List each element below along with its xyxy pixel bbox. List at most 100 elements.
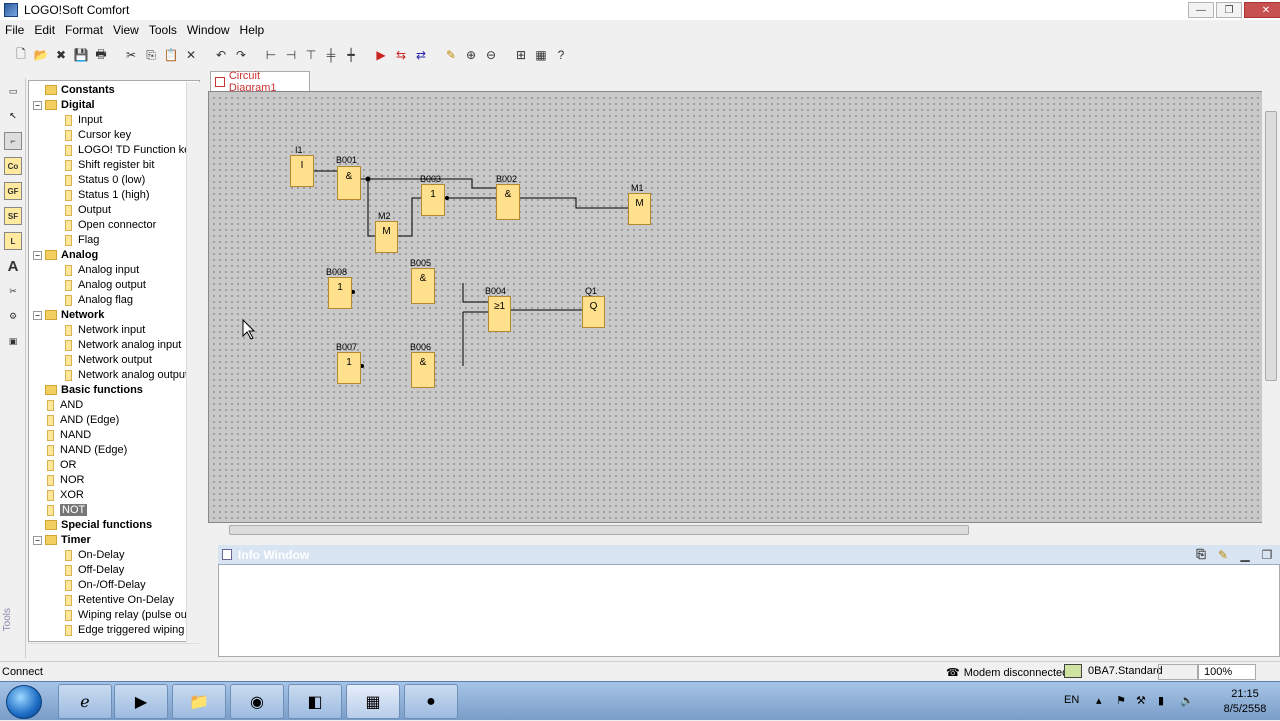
close-file-icon[interactable]: ✖ <box>52 46 70 64</box>
wizard-icon[interactable]: ✎ <box>442 46 460 64</box>
menu-view[interactable]: View <box>108 23 144 37</box>
menu-window[interactable]: Window <box>182 23 235 37</box>
canvas-horizontal-scrollbar[interactable] <box>211 523 1261 537</box>
collapse-icon[interactable]: − <box>33 310 42 320</box>
scroll-thumb[interactable] <box>1265 111 1277 381</box>
tree-item[interactable]: Analog flag <box>65 293 133 308</box>
cut-connection-icon[interactable]: ✂ <box>4 282 22 300</box>
link-tool-icon[interactable]: L <box>4 232 22 250</box>
clock[interactable]: 21:15 8/5/2558 <box>1218 687 1272 717</box>
grid-icon[interactable]: ▦ <box>532 46 550 64</box>
tree-item[interactable]: NAND <box>47 428 91 443</box>
minimize-button[interactable]: — <box>1188 2 1214 18</box>
input-block[interactable]: I <box>290 155 314 187</box>
language-indicator[interactable]: EN <box>1064 694 1079 706</box>
text-tool-icon[interactable]: A <box>4 257 22 275</box>
tree-horizontal-scrollbar[interactable] <box>28 643 200 657</box>
collapse-icon[interactable]: − <box>33 100 42 110</box>
tree-item[interactable]: Edge triggered wiping re <box>65 623 197 638</box>
start-button[interactable] <box>6 685 42 719</box>
tree-analog[interactable]: − Analog <box>33 248 98 263</box>
menu-help[interactable]: Help <box>235 23 270 37</box>
tree-item[interactable]: Analog output <box>65 278 146 293</box>
tree-vertical-scrollbar[interactable] <box>186 82 200 642</box>
tree-item[interactable]: Cursor key <box>65 128 131 143</box>
pointer-icon[interactable]: ↖ <box>4 107 22 125</box>
transfer-pc-icon[interactable]: ⇆ <box>392 46 410 64</box>
tree-item[interactable]: AND <box>47 398 83 413</box>
tree-basic-functions[interactable]: Basic functions <box>45 383 143 398</box>
align-right-icon[interactable]: ⊣ <box>282 46 300 64</box>
simulation-icon[interactable]: ▶ <box>372 46 390 64</box>
tree-item[interactable]: NOR <box>47 473 84 488</box>
fit-icon[interactable]: ⊞ <box>512 46 530 64</box>
special-functions-tool-icon[interactable]: SF <box>4 207 22 225</box>
tree-item[interactable]: Wiping relay (pulse outp <box>65 608 196 623</box>
tree-special-functions[interactable]: Special functions <box>45 518 152 533</box>
flag-block[interactable]: M <box>628 193 651 225</box>
tree-item[interactable]: AND (Edge) <box>47 413 119 428</box>
tree-item[interactable]: NOT <box>47 503 88 518</box>
align-left-icon[interactable]: ⊢ <box>262 46 280 64</box>
help-icon[interactable]: ? <box>552 46 570 64</box>
tree-item[interactable]: Status 1 (high) <box>65 188 150 203</box>
tree-item[interactable]: Off-Delay <box>65 563 124 578</box>
tray-icon[interactable]: ⚑ <box>1116 694 1126 707</box>
tree-item[interactable]: Shift register bit <box>65 158 154 173</box>
open-icon[interactable]: 📂 <box>32 46 50 64</box>
volume-icon[interactable]: 🔈 <box>1180 694 1194 707</box>
tree-item[interactable]: Flag <box>65 233 99 248</box>
and-block[interactable]: & <box>411 352 435 388</box>
connect-tool-icon[interactable]: ⌐ <box>4 132 22 150</box>
not-block[interactable]: 1 <box>328 277 352 309</box>
not-block[interactable]: 1 <box>421 184 445 216</box>
delete-icon[interactable]: ✕ <box>182 46 200 64</box>
align-top-icon[interactable]: ⊤ <box>302 46 320 64</box>
tree-item[interactable]: Output <box>65 203 111 218</box>
tree-item[interactable]: Open connector <box>65 218 156 233</box>
tree-item[interactable]: Network input <box>65 323 145 338</box>
tree-item[interactable]: Analog input <box>65 263 139 278</box>
tree-network[interactable]: − Network <box>33 308 104 323</box>
copy-icon[interactable]: ⎘ <box>142 46 160 64</box>
page-icon[interactable]: ▭ <box>4 82 22 100</box>
transfer-logo-icon[interactable]: ⇄ <box>412 46 430 64</box>
tree-timer[interactable]: − Timer <box>33 533 91 548</box>
menu-tools[interactable]: Tools <box>144 23 182 37</box>
tree-item[interactable]: On-/Off-Delay <box>65 578 146 593</box>
tray-arrow-icon[interactable]: ▴ <box>1096 694 1102 707</box>
print-icon[interactable]: 🖶 <box>92 46 110 64</box>
app-icon[interactable]: ◧ <box>288 684 342 719</box>
tree-item[interactable]: NAND (Edge) <box>47 443 127 458</box>
info-restore-icon[interactable]: ❐ <box>1258 546 1276 564</box>
info-clear-icon[interactable]: ✎ <box>1214 546 1232 564</box>
tree-item[interactable]: Network analog output <box>65 368 188 383</box>
logosoft-icon[interactable]: ▦ <box>346 684 400 719</box>
save-icon[interactable]: 💾 <box>72 46 90 64</box>
menu-edit[interactable]: Edit <box>29 23 60 37</box>
tree-item[interactable]: LOGO! TD Function key <box>65 143 196 158</box>
align-hcenter-icon[interactable]: ┿ <box>342 46 360 64</box>
constants-tool-icon[interactable]: Co <box>4 157 22 175</box>
zoom-out-icon[interactable]: ⊖ <box>482 46 500 64</box>
tree-item[interactable]: OR <box>47 458 77 473</box>
menu-file[interactable]: File <box>0 23 29 37</box>
collapse-icon[interactable]: − <box>33 250 42 260</box>
tree-constants[interactable]: Constants <box>45 83 115 98</box>
network-tool-icon[interactable]: ⚙ <box>4 307 22 325</box>
tree-item[interactable]: Input <box>65 113 102 128</box>
tree-item[interactable]: Network analog input <box>65 338 181 353</box>
not-block[interactable]: 1 <box>337 352 361 384</box>
media-player-icon[interactable]: ▶ <box>114 684 168 719</box>
tree-item[interactable]: Status 0 (low) <box>65 173 145 188</box>
basic-functions-tool-icon[interactable]: GF <box>4 182 22 200</box>
tree-item[interactable]: Retentive On-Delay <box>65 593 174 608</box>
tree-digital[interactable]: − Digital <box>33 98 95 113</box>
and-block[interactable]: & <box>411 268 435 304</box>
and-block[interactable]: & <box>496 184 520 220</box>
scroll-thumb[interactable] <box>229 525 969 535</box>
explorer-icon[interactable]: 📁 <box>172 684 226 719</box>
internet-explorer-icon[interactable]: ℯ <box>58 684 112 719</box>
tray-icon[interactable]: ⚒ <box>1136 694 1146 707</box>
info-copy-icon[interactable]: ⎘ <box>1192 546 1210 564</box>
